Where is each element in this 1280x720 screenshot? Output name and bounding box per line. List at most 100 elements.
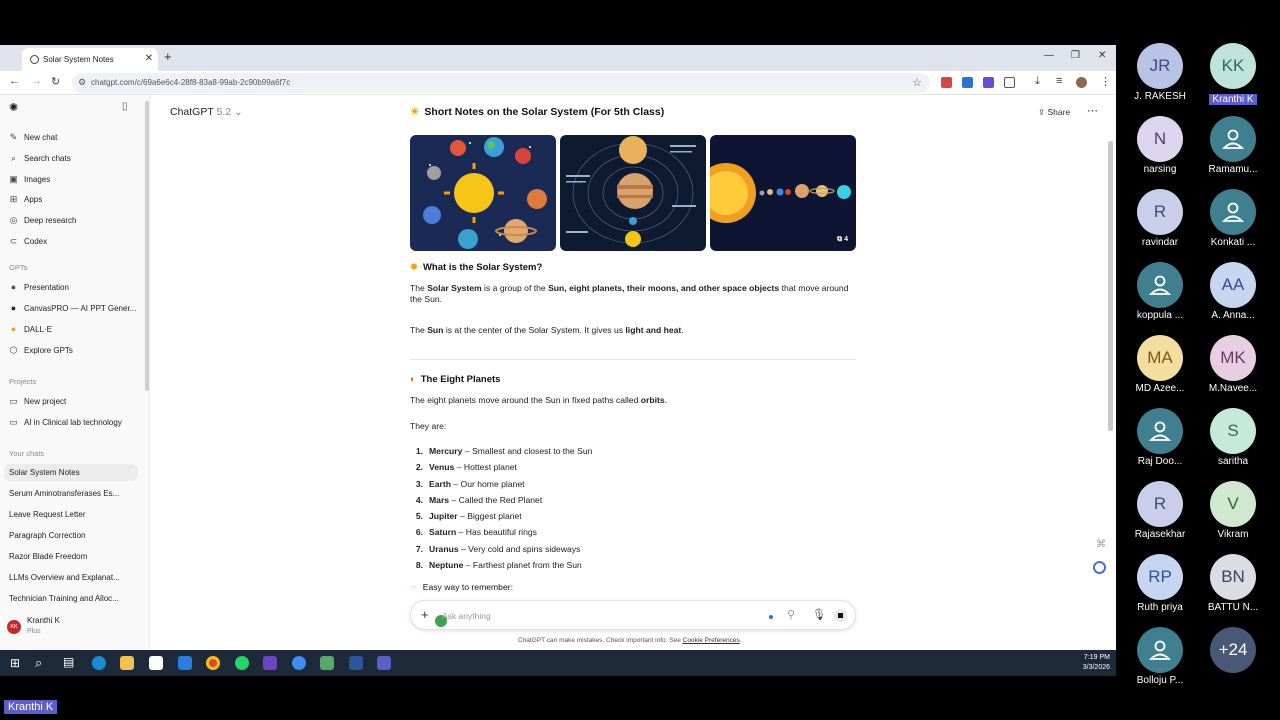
participant-tile[interactable]: R Rajasekhar (1124, 481, 1196, 540)
sidebar-gpt-canvaspro[interactable]: ● CanvasPRO — AI PPT Gener... (9, 301, 137, 315)
bookmark-star-icon[interactable]: ☆ (912, 76, 922, 89)
user-account-button[interactable]: KK Kranthi K Plus (7, 616, 141, 640)
sidebar-item-codex[interactable]: ⊂ Codex (9, 234, 47, 248)
close-window-icon[interactable]: ✕ (1098, 50, 1106, 61)
sidebar-item-label: Codex (24, 236, 48, 246)
participant-tile[interactable]: BN BATTU N... (1197, 554, 1269, 613)
participant-tile[interactable]: Konkati ... (1197, 189, 1269, 248)
sidebar-gpt-presentation[interactable]: ● Presentation (9, 280, 69, 294)
participant-tile[interactable]: AA A. Anna... (1197, 262, 1269, 321)
app-icon[interactable] (320, 656, 334, 670)
participant-tile[interactable]: MK M.Navee... (1197, 335, 1269, 394)
participant-name: Ruth priya (1137, 602, 1183, 613)
prompt-input[interactable]: Ask anything (442, 611, 491, 621)
browser-menu-icon[interactable]: ⋮ (1100, 75, 1111, 88)
tools-icon[interactable]: ⚲ (787, 608, 795, 621)
chatgpt-logo-icon[interactable]: ✺ (9, 101, 18, 114)
restore-icon[interactable]: ❐ (1071, 50, 1080, 61)
sidebar-item-new-chat[interactable]: ✎ New chat (9, 130, 58, 144)
store-icon[interactable] (149, 656, 163, 670)
teams-icon[interactable] (377, 656, 391, 670)
toggle-sidebar-icon[interactable]: ▯ (122, 101, 128, 112)
composer[interactable]: + Ask anything ⚲ 🎙 (410, 600, 856, 630)
feedback-icon[interactable]: ⌘ (1096, 539, 1106, 550)
solar-system-line-image[interactable]: ⧉ 4 (710, 135, 856, 251)
edge-icon[interactable] (92, 656, 106, 670)
heading-text: What is the Solar System? (422, 262, 543, 273)
sidebar-item-search-chats[interactable]: ⌕ Search chats (9, 151, 71, 165)
app-icon[interactable] (263, 656, 277, 670)
assistant-extension-icon[interactable] (1093, 561, 1106, 574)
site-info-icon[interactable]: ⚙ (78, 77, 86, 88)
participant-tile[interactable]: MA MD Azee... (1124, 335, 1196, 394)
search-icon[interactable]: ⌕ (35, 655, 42, 671)
participant-tile[interactable]: V Vikram (1197, 481, 1269, 540)
sidebar-new-project[interactable]: ▭ New project (9, 394, 66, 408)
extensions-puzzle-icon[interactable] (1004, 77, 1015, 88)
close-tab-icon[interactable]: ✕ (145, 53, 153, 64)
task-view-icon[interactable]: ▤ (63, 655, 74, 669)
chat-item[interactable]: Leave Request Letter (9, 510, 86, 519)
extension-icon[interactable] (941, 77, 952, 88)
add-attachment-icon[interactable]: + (421, 607, 429, 622)
sidebar-explore-gpts[interactable]: ⬡ Explore GPTs (9, 343, 73, 357)
more-options-icon[interactable]: ⋯ (1087, 104, 1098, 117)
participant-tile[interactable]: Bolloju P... (1124, 627, 1196, 686)
windows-start-icon[interactable]: ⊞ (10, 656, 20, 670)
share-button[interactable]: ⇪ Share (1038, 107, 1070, 118)
participant-tile[interactable]: Raj Doo... (1124, 408, 1196, 467)
participant-tile[interactable]: RP Ruth priya (1124, 554, 1196, 613)
tab-solar-system-notes[interactable]: Solar System Notes ✕ (22, 48, 158, 71)
sidebar-scrollbar[interactable] (145, 101, 149, 391)
sidebar-item-apps[interactable]: ⊞ Apps (9, 192, 43, 206)
extension-icon[interactable] (962, 77, 973, 88)
sidebar-gpt-dalle[interactable]: ● DALL·E (9, 322, 52, 336)
extension-icon[interactable] (983, 77, 994, 88)
sidebar-project-clinical[interactable]: ▭ AI in Clinical lab technology (9, 415, 122, 429)
codex-icon: ⊂ (9, 235, 18, 246)
chat-item-solar-system-notes[interactable]: Solar System Notes (9, 468, 80, 477)
participant-avatar: KK (1210, 43, 1256, 89)
stop-button[interactable] (834, 609, 847, 622)
main-scrollbar[interactable] (1108, 141, 1113, 431)
chrome-icon[interactable] (206, 656, 220, 670)
chat-item[interactable]: Serum Aminotransferases Es... (9, 489, 119, 498)
chat-item[interactable]: Technician Training and Alloc... (9, 594, 119, 603)
app-icon[interactable] (178, 656, 192, 670)
participant-tile[interactable]: Nnarsing (1124, 116, 1196, 175)
list-item: 4. Mars – Called the Red Planet (415, 495, 543, 505)
address-bar[interactable]: ⚙ chatgpt.com/c/69a6e6c4-28f8-83a8-99ab-… (72, 73, 930, 93)
profile-avatar-icon[interactable] (1076, 77, 1087, 88)
copilot-icon[interactable] (292, 656, 306, 670)
sidebar-item-images[interactable]: ▣ Images (9, 172, 50, 186)
media-icon[interactable]: ≡ (1056, 75, 1062, 87)
participant-tile[interactable]: koppula ... (1124, 262, 1196, 321)
participant-tile[interactable]: Ramamu... (1197, 116, 1269, 175)
model-selector[interactable]: ChatGPT 5.2 ⌄ (170, 106, 243, 118)
microphone-icon[interactable]: 🎙 (812, 608, 826, 621)
solar-system-cartoon-image[interactable] (410, 135, 556, 251)
solar-system-chart-image[interactable] (560, 135, 706, 251)
new-tab-icon[interactable]: + (164, 49, 172, 64)
share-label: Share (1047, 107, 1071, 117)
whatsapp-icon[interactable] (235, 656, 249, 670)
reload-icon[interactable]: ↻ (51, 75, 60, 88)
participant-tile[interactable]: KK Kranthi K (1197, 43, 1269, 107)
file-explorer-icon[interactable] (120, 656, 134, 670)
chat-item[interactable]: Razor Blade Freedom (9, 552, 87, 561)
participant-tile[interactable]: JR J. RAKESH (1124, 43, 1196, 102)
participant-avatar: S (1210, 408, 1256, 454)
cookie-preferences-link[interactable]: Cookie Preferences (683, 637, 740, 644)
system-clock[interactable]: 7:19 PM 3/3/2026 (1083, 653, 1110, 673)
forward-icon[interactable]: → (31, 75, 42, 87)
back-icon[interactable]: ← (9, 75, 20, 87)
participant-tile[interactable]: Ssaritha (1197, 408, 1269, 467)
participant-tile[interactable]: Rravindar (1124, 189, 1196, 248)
participant-tile[interactable]: +24 (1197, 627, 1269, 673)
chat-item[interactable]: Paragraph Correction (9, 531, 85, 540)
word-icon[interactable] (349, 656, 363, 670)
download-icon[interactable]: ⤓ (1035, 75, 1040, 88)
sidebar-item-deep-research[interactable]: ◎ Deep research (9, 213, 77, 227)
minimize-icon[interactable]: — (1044, 50, 1054, 61)
chat-item[interactable]: LLMs Overview and Explanat... (9, 573, 120, 582)
